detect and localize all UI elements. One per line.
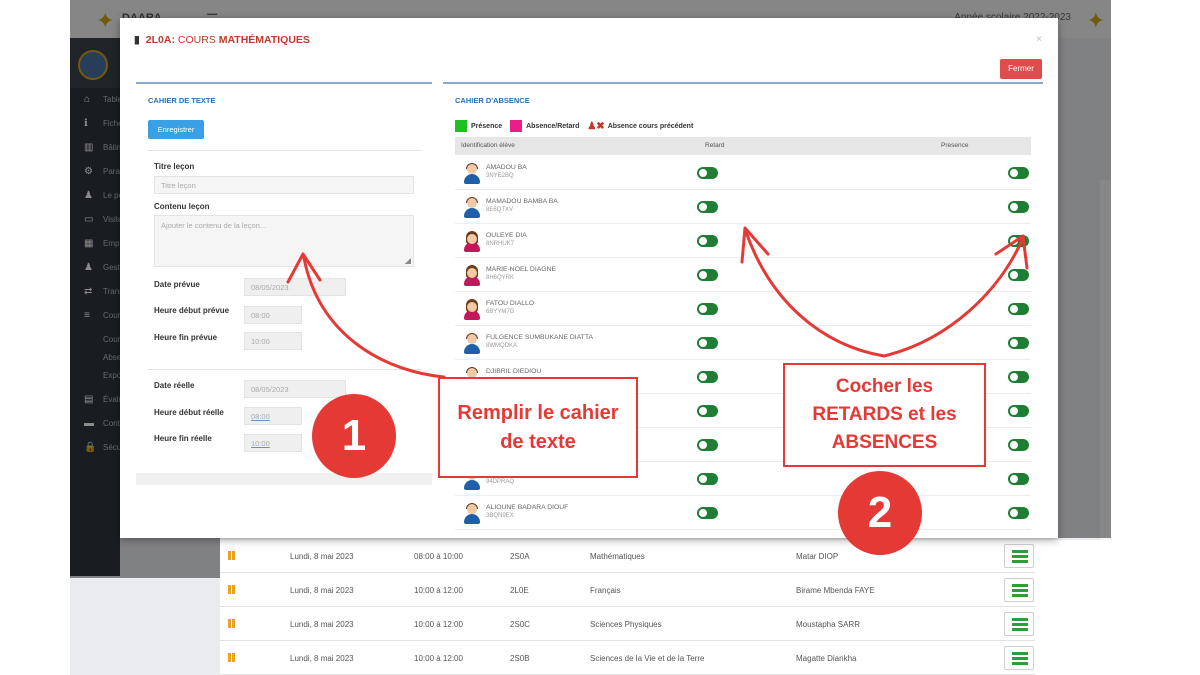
step-badge-2: 2 xyxy=(838,471,922,555)
annotation-arrows xyxy=(286,226,1029,379)
callout-cahier-texte: Remplir le cahier de texte xyxy=(438,377,638,478)
callout1-line2: de texte xyxy=(500,431,576,453)
callout2-line3: ABSENCES xyxy=(831,432,938,453)
arrow-to-cahier-texte xyxy=(302,256,446,379)
arrow-to-presence xyxy=(882,238,1024,358)
callout2-line2: RETARDS et les xyxy=(812,404,957,425)
arrowhead-left xyxy=(286,252,322,284)
callout2-line1: Cocher les xyxy=(835,376,934,397)
callout1-line1: Remplir le cahier xyxy=(457,402,619,424)
screenshot-stage: ✦ DAARA ☰ Année scolaire 2022-2023 ✦ ⌂Ta… xyxy=(0,0,1200,675)
callout-retards-absences: Cocher les RETARDS et les ABSENCES xyxy=(783,363,986,467)
step-badge-1: 1 xyxy=(312,394,396,478)
